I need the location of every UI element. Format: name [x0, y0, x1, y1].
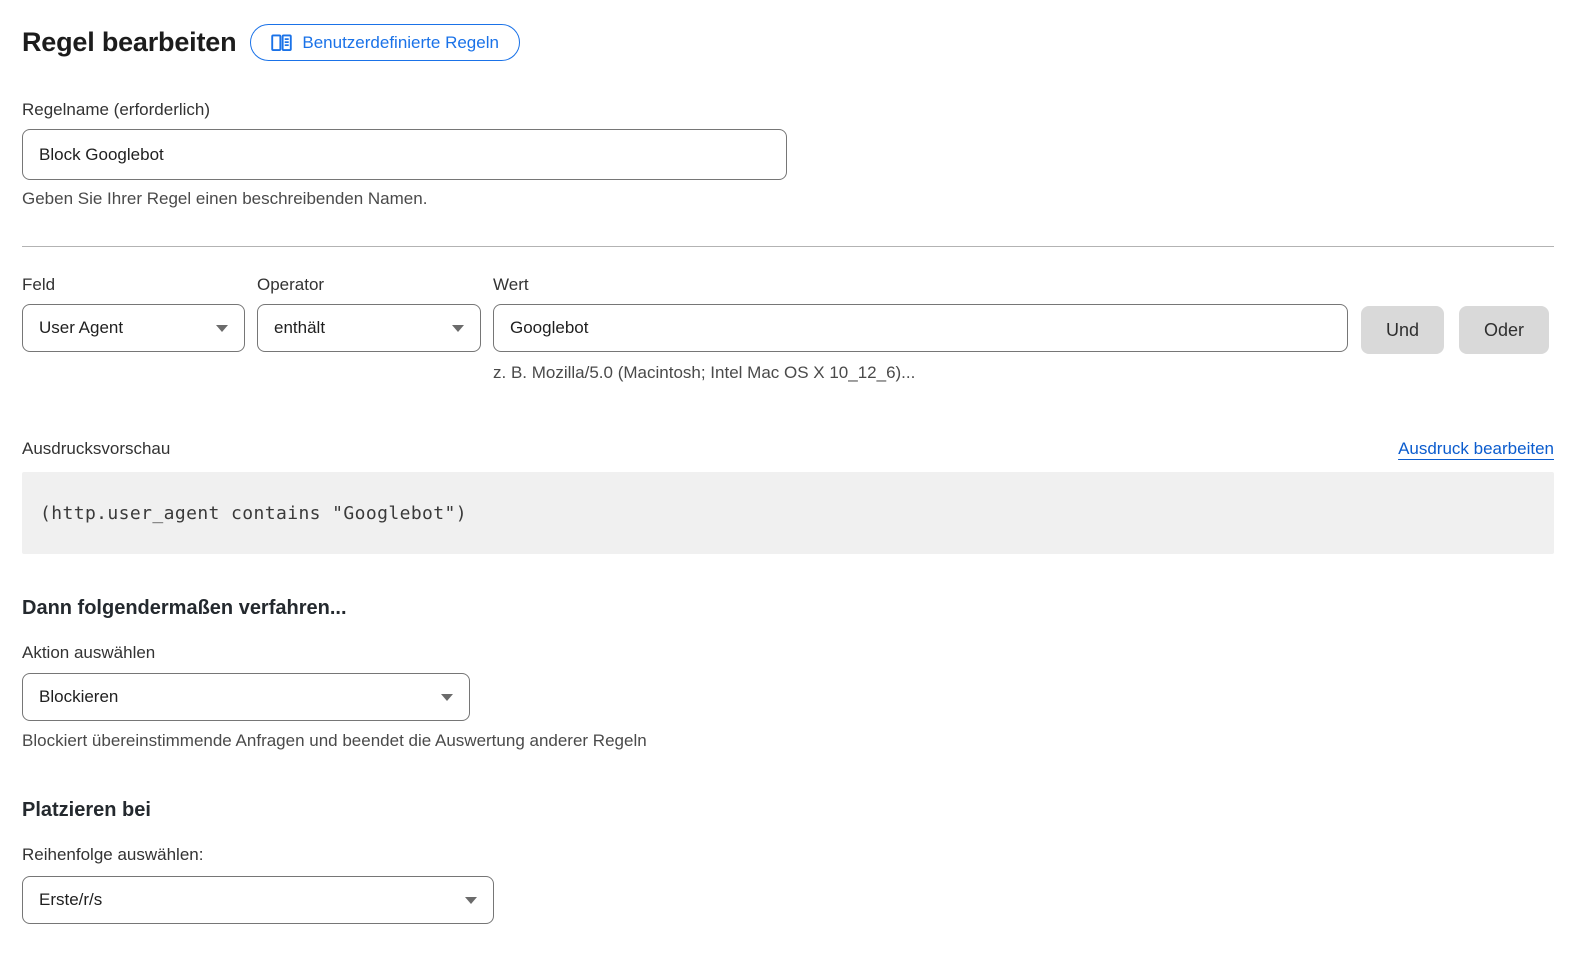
- placement-select-value: Erste/r/s: [39, 890, 102, 910]
- section-divider: [22, 246, 1554, 247]
- action-select-label: Aktion auswählen: [22, 643, 1554, 663]
- action-select[interactable]: Blockieren: [22, 673, 470, 721]
- page-title: Regel bearbeiten: [22, 27, 236, 58]
- or-button[interactable]: Oder: [1459, 306, 1549, 354]
- action-section-heading: Dann folgendermaßen verfahren...: [22, 597, 1554, 620]
- value-helper: z. B. Mozilla/5.0 (Macintosh; Intel Mac …: [493, 363, 1348, 383]
- field-select[interactable]: User Agent: [22, 304, 245, 352]
- logic-buttons: Und Oder: [1361, 306, 1549, 354]
- operator-column: Operator enthält: [257, 275, 481, 352]
- expression-preview-box: (http.user_agent contains "Googlebot"): [22, 472, 1554, 554]
- edit-expression-link[interactable]: Ausdruck bearbeiten: [1398, 439, 1554, 459]
- field-label: Feld: [22, 275, 245, 295]
- action-select-value: Blockieren: [39, 687, 118, 707]
- rule-name-input[interactable]: [22, 129, 787, 180]
- operator-select-value: enthält: [274, 318, 325, 338]
- chevron-down-icon: [465, 897, 477, 904]
- placement-section-heading: Platzieren bei: [22, 799, 1554, 822]
- rule-name-helper: Geben Sie Ihrer Regel einen beschreibend…: [22, 189, 1554, 209]
- value-column: Wert z. B. Mozilla/5.0 (Macintosh; Intel…: [493, 275, 1348, 383]
- and-button[interactable]: Und: [1361, 306, 1444, 354]
- expression-preview-label: Ausdrucksvorschau: [22, 439, 170, 459]
- condition-row: Feld User Agent Operator enthält Wert z.…: [22, 275, 1554, 383]
- field-select-value: User Agent: [39, 318, 123, 338]
- expression-code: (http.user_agent contains "Googlebot"): [40, 503, 467, 524]
- operator-label: Operator: [257, 275, 481, 295]
- expression-header: Ausdrucksvorschau Ausdruck bearbeiten: [22, 439, 1554, 459]
- value-label: Wert: [493, 275, 1348, 295]
- operator-select[interactable]: enthält: [257, 304, 481, 352]
- value-input[interactable]: [493, 304, 1348, 352]
- chevron-down-icon: [441, 694, 453, 701]
- chevron-down-icon: [452, 325, 464, 332]
- custom-rules-badge-label: Benutzerdefinierte Regeln: [302, 33, 499, 53]
- action-helper: Blockiert übereinstimmende Anfragen und …: [22, 731, 1554, 751]
- open-book-icon: [271, 34, 292, 52]
- field-column: Feld User Agent: [22, 275, 245, 352]
- edit-rule-page: Regel bearbeiten Benutzerdefinierte Rege…: [0, 0, 1570, 924]
- placement-select[interactable]: Erste/r/s: [22, 876, 494, 924]
- placement-select-label: Reihenfolge auswählen:: [22, 845, 1554, 865]
- rule-name-label: Regelname (erforderlich): [22, 100, 1554, 120]
- custom-rules-badge-button[interactable]: Benutzerdefinierte Regeln: [250, 24, 520, 61]
- chevron-down-icon: [216, 325, 228, 332]
- page-header: Regel bearbeiten Benutzerdefinierte Rege…: [22, 24, 1554, 61]
